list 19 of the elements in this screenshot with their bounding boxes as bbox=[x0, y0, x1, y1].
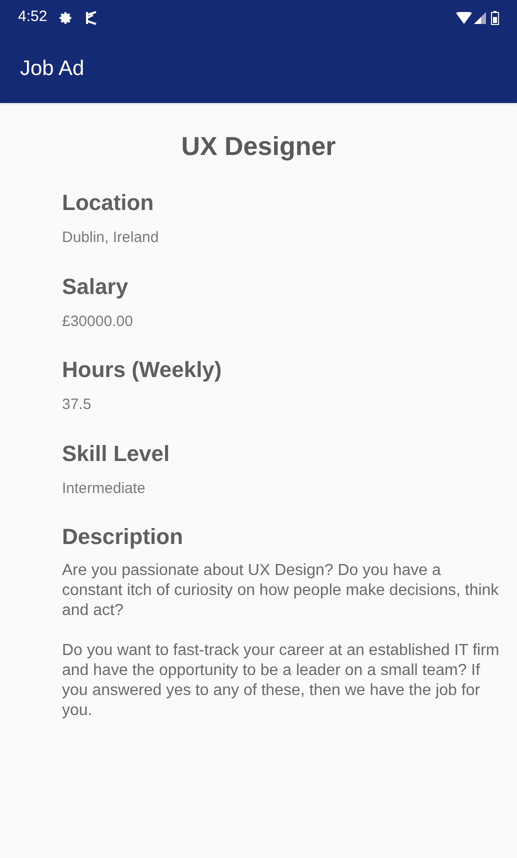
wifi-icon bbox=[456, 12, 472, 24]
field-label: Hours (Weekly) bbox=[62, 356, 223, 384]
status-time: 4:52 bbox=[18, 7, 48, 28]
field-label: Location bbox=[62, 189, 155, 217]
description-paragraph: Do you want to fast-track your career at an established IT firm and have the opportunity to be a leader on a small team? If you answered yes to any of these, then we have the job for you. bbox=[62, 641, 500, 721]
field-value: Intermediate bbox=[62, 478, 146, 498]
field-value: 37.5 bbox=[62, 395, 92, 415]
field-label: Description bbox=[62, 523, 184, 551]
field-label: Salary bbox=[62, 272, 130, 301]
settings-icon bbox=[59, 10, 74, 24]
app-bar-title: Job Ad bbox=[20, 56, 84, 82]
signal-icon bbox=[474, 12, 486, 24]
battery-icon bbox=[491, 10, 499, 24]
field-label: Skill Level bbox=[62, 440, 171, 468]
field-value: £30000.00 bbox=[62, 312, 134, 332]
job-title: UX Designer bbox=[180, 130, 337, 163]
field-value: Dublin, Ireland bbox=[62, 228, 160, 248]
description-paragraph: Are you passionate about UX Design? Do you have a constant itch of curiosity on how people make decisions, think and act? bbox=[62, 561, 500, 621]
notification-icon bbox=[85, 10, 98, 24]
